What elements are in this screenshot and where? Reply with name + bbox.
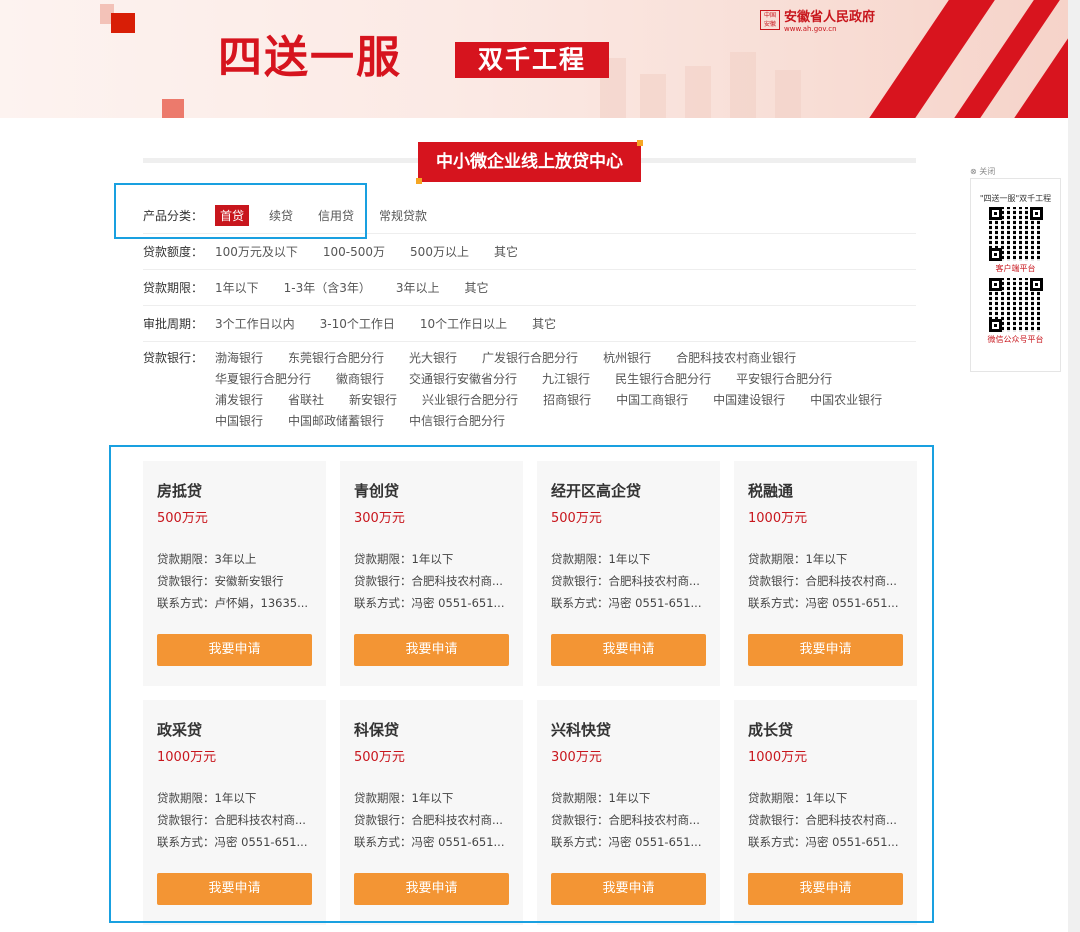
qr-caption: 微信公众号平台	[987, 335, 1044, 344]
filter-option[interactable]: 中国农业银行	[810, 390, 882, 411]
filter-option[interactable]: 渤海银行	[215, 348, 263, 369]
filter-option[interactable]: 杭州银行	[603, 348, 651, 369]
highlight-box-category	[114, 183, 367, 239]
filter-option[interactable]: 中信银行合肥分行	[409, 411, 505, 432]
filter-option[interactable]: 省联社	[288, 390, 324, 411]
filter-option[interactable]: 中国建设银行	[713, 390, 785, 411]
gov-logo-icon: 中国安徽	[760, 10, 780, 30]
filter-option[interactable]: 其它	[465, 279, 489, 296]
filter-option[interactable]: 东莞银行合肥分行	[288, 348, 384, 369]
filter-option[interactable]: 1年以下	[215, 279, 259, 296]
filter-option[interactable]: 3个工作日以内	[215, 315, 295, 332]
gov-url: www.ah.gov.cn	[784, 25, 837, 33]
filter-option[interactable]: 华夏银行合肥分行	[215, 369, 311, 390]
highlight-box-products	[109, 445, 934, 923]
filter-option[interactable]: 广发银行合肥分行	[482, 348, 578, 369]
filter-option[interactable]: 新安银行	[349, 390, 397, 411]
filter-row-amount: 贷款额度： 100万元及以下 100-500万 500万以上 其它	[143, 234, 916, 270]
filter-option[interactable]: 交通银行安徽省分行	[409, 369, 517, 390]
filter-label: 贷款银行：	[143, 351, 204, 365]
qr-side-panel: "四送一服"双千工程 客户端平台 微信公众号平台	[970, 178, 1061, 372]
filter-option[interactable]: 光大银行	[409, 348, 457, 369]
filter-option[interactable]: 中国银行	[215, 411, 263, 432]
filter-option[interactable]: 其它	[532, 315, 556, 332]
filter-option[interactable]: 徽商银行	[336, 369, 384, 390]
banner-title: 四送一服	[218, 32, 402, 83]
filter-option[interactable]: 民生银行合肥分行	[615, 369, 711, 390]
page-banner: 四送一服 双千工程 中国安徽 安徽省人民政府 www.ah.gov.cn	[0, 0, 1068, 118]
filter-option[interactable]: 3-10个工作日	[320, 315, 395, 332]
side-title: "四送一服"双千工程	[979, 194, 1052, 203]
filter-option[interactable]: 九江银行	[542, 369, 590, 390]
decor-square	[111, 13, 135, 33]
filter-option[interactable]: 其它	[494, 243, 518, 260]
filter-option[interactable]: 3年以上	[396, 279, 440, 296]
qr-caption: 客户端平台	[995, 264, 1036, 273]
filter-row-bank: 贷款银行： 渤海银行 东莞银行合肥分行 光大银行 广发银行合肥分行 杭州银行 合肥科技农村…	[143, 342, 916, 432]
qr-code-icon	[988, 207, 1043, 261]
filter-option[interactable]: 500万以上	[410, 243, 469, 260]
filter-option[interactable]: 中国邮政储蓄银行	[288, 411, 384, 432]
filter-option[interactable]: 浦发银行	[215, 390, 263, 411]
filter-option[interactable]: 合肥科技农村商业银行	[676, 348, 796, 369]
section-title: 中小微企业线上放贷中心	[416, 140, 643, 184]
filter-option[interactable]: 常规贷款	[379, 207, 427, 224]
filter-option[interactable]: 兴业银行合肥分行	[422, 390, 518, 411]
qr-code-icon	[988, 278, 1043, 332]
filter-label: 贷款期限：	[143, 281, 204, 295]
filter-row-approval: 审批周期： 3个工作日以内 3-10个工作日 10个工作日以上 其它	[143, 306, 916, 342]
gov-name: 安徽省人民政府	[784, 10, 876, 25]
filter-label: 贷款额度：	[143, 245, 204, 259]
filter-option[interactable]: 1-3年（含3年）	[284, 279, 371, 296]
decor-square	[162, 99, 184, 118]
filter-option[interactable]: 中国工商银行	[616, 390, 688, 411]
filter-option[interactable]: 100-500万	[323, 243, 385, 260]
filter-option[interactable]: 10个工作日以上	[420, 315, 507, 332]
close-button[interactable]: ⊗ 关闭	[970, 166, 995, 177]
filter-option[interactable]: 平安银行合肥分行	[736, 369, 832, 390]
filter-label: 审批周期：	[143, 317, 204, 331]
filter-row-term: 贷款期限： 1年以下 1-3年（含3年） 3年以上 其它	[143, 270, 916, 306]
page-scrollbar[interactable]	[1068, 0, 1080, 932]
banner-tag: 双千工程	[455, 42, 609, 78]
filter-option[interactable]: 招商银行	[543, 390, 591, 411]
filter-option[interactable]: 100万元及以下	[215, 243, 298, 260]
gov-brand[interactable]: 中国安徽 安徽省人民政府 www.ah.gov.cn	[760, 10, 875, 33]
